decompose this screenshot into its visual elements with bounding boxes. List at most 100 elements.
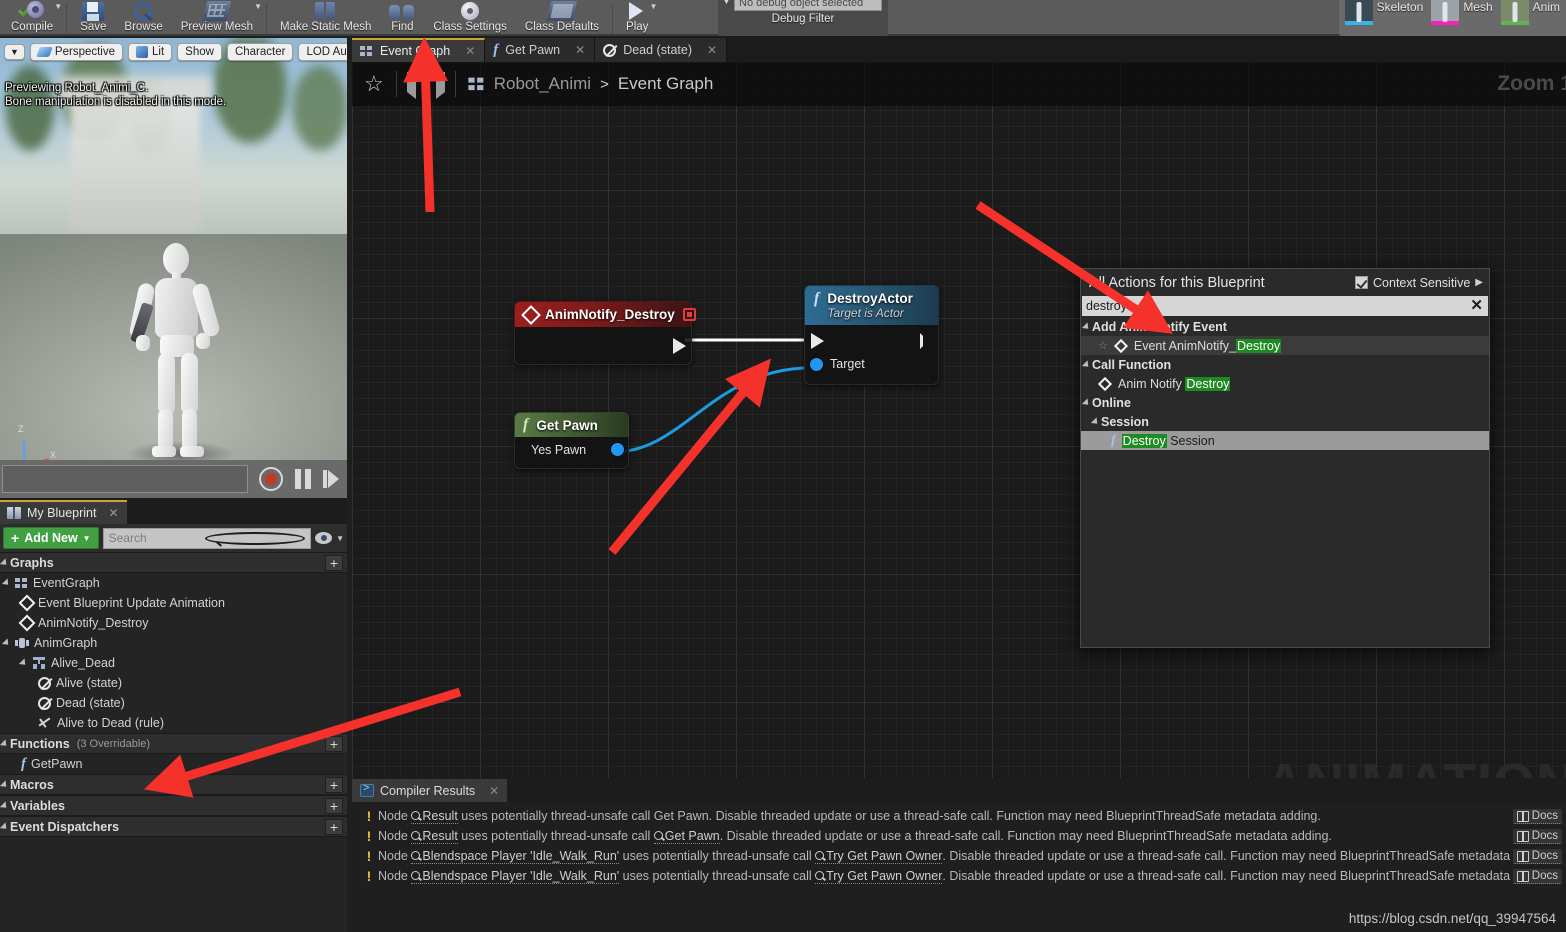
forward-button[interactable] bbox=[426, 68, 455, 99]
tree-item-event-blueprint-update-animation[interactable]: Event Blueprint Update Animation bbox=[0, 593, 347, 613]
message-link-function[interactable]: Get Pawn bbox=[653, 829, 720, 844]
viewport-button-perspective[interactable]: Perspective bbox=[29, 43, 124, 61]
docs-button[interactable]: Docs bbox=[1512, 848, 1562, 864]
action-item[interactable]: ☆ Event AnimNotify_Destroy bbox=[1081, 336, 1489, 355]
toolbar-button-find[interactable]: Find bbox=[380, 0, 424, 36]
chevron-down-icon[interactable]: ▼ bbox=[54, 2, 62, 11]
close-icon[interactable]: ✕ bbox=[707, 43, 717, 57]
node-anim-notify-destroy[interactable]: AnimNotify_Destroy bbox=[514, 301, 696, 365]
message-link-node[interactable]: Blendspace Player 'Idle_Walk_Run' bbox=[411, 869, 620, 884]
toolbar-button-class-settings[interactable]: Class Settings bbox=[424, 0, 516, 36]
tab-compiler-results[interactable]: Compiler Results ✕ bbox=[352, 779, 508, 802]
chevron-icon[interactable] bbox=[1090, 416, 1101, 427]
chevron-icon[interactable] bbox=[1081, 321, 1092, 332]
tree-item-getpawn[interactable]: f GetPawn bbox=[0, 754, 347, 774]
add-item-button[interactable]: + bbox=[325, 735, 343, 752]
add-item-button[interactable]: + bbox=[325, 776, 343, 793]
chevron-icon[interactable] bbox=[1081, 359, 1092, 370]
action-category-call-function[interactable]: Call Function bbox=[1081, 355, 1489, 374]
graph-tab-event-graph[interactable]: Event Graph ✕ bbox=[352, 38, 486, 62]
exec-output-pin[interactable] bbox=[920, 333, 931, 349]
section-header-graphs[interactable]: Graphs + bbox=[0, 552, 347, 573]
docs-button[interactable]: Docs bbox=[1512, 868, 1562, 884]
mode-tab-anim[interactable]: Anim bbox=[1499, 0, 1566, 25]
toolbar-button-play[interactable]: Play ▼ bbox=[617, 0, 657, 36]
chevron-right-icon[interactable]: ▶ bbox=[1475, 277, 1483, 288]
section-header-macros[interactable]: Macros + bbox=[0, 774, 347, 795]
compiler-message[interactable]: ! Node Result uses potentially thread-uns… bbox=[352, 806, 1566, 826]
section-header-functions[interactable]: Functions (3 Overridable) + bbox=[0, 733, 347, 754]
exec-output-pin[interactable] bbox=[673, 338, 686, 354]
breadcrumb-root[interactable]: Robot_Animi bbox=[494, 74, 591, 94]
add-item-button[interactable]: + bbox=[325, 818, 343, 835]
chevron-icon[interactable] bbox=[1, 638, 12, 648]
compiler-message[interactable]: ! Node Blendspace Player 'Idle_Walk_Run' … bbox=[352, 846, 1566, 866]
chevron-icon[interactable] bbox=[1081, 397, 1092, 408]
toolbar-button-class-defaults[interactable]: Class Defaults bbox=[516, 0, 608, 36]
clear-search-icon[interactable]: ✕ bbox=[1470, 298, 1483, 313]
favorite-star-icon[interactable]: ☆ bbox=[360, 73, 396, 95]
timeline-scrubber[interactable] bbox=[2, 465, 248, 493]
action-item[interactable]: Anim Notify Destroy bbox=[1081, 374, 1489, 393]
chevron-down-icon[interactable]: ▼ bbox=[254, 2, 262, 11]
viewport-button-character[interactable]: Character bbox=[226, 43, 294, 61]
tree-item-animnotify-destroy[interactable]: AnimNotify_Destroy bbox=[0, 613, 347, 633]
node-get-pawn[interactable]: f Get Pawn Yes Pawn bbox=[514, 412, 629, 469]
event-graph-canvas[interactable]: ANIMATION AnimNotify_Destroy bbox=[352, 62, 1566, 778]
section-header-variables[interactable]: Variables + bbox=[0, 795, 347, 816]
message-link-function[interactable]: Try Get Pawn Owner bbox=[815, 869, 943, 884]
toolbar-button-save[interactable]: Save bbox=[71, 0, 115, 36]
checkbox-icon[interactable] bbox=[1355, 276, 1369, 289]
action-category-online[interactable]: Online bbox=[1081, 393, 1489, 412]
tree-item-alive-to-dead-rule[interactable]: Alive to Dead (rule) bbox=[0, 713, 347, 733]
tree-item-eventgraph[interactable]: EventGraph bbox=[0, 573, 347, 593]
tab-my-blueprint[interactable]: My Blueprint ✕ bbox=[0, 500, 127, 524]
favorite-star-icon[interactable]: ☆ bbox=[1098, 339, 1108, 352]
toolbar-button-preview-mesh[interactable]: Preview Mesh ▼ bbox=[172, 0, 262, 36]
mode-tab-mesh[interactable]: Mesh bbox=[1429, 0, 1498, 25]
toolbar-button-browse[interactable]: Browse bbox=[115, 0, 171, 36]
compiler-message[interactable]: ! Node Blendspace Player 'Idle_Walk_Run' … bbox=[352, 866, 1566, 886]
exec-input-pin[interactable] bbox=[811, 333, 824, 349]
chevron-down-icon[interactable]: ▼ bbox=[650, 2, 658, 11]
target-input-pin[interactable] bbox=[810, 358, 823, 371]
add-new-button[interactable]: + Add New ▼ bbox=[3, 527, 99, 549]
viewport-menu-button[interactable]: ▼ bbox=[4, 44, 25, 60]
chevron-icon[interactable] bbox=[0, 738, 10, 749]
message-link-node[interactable]: Result bbox=[411, 809, 458, 824]
message-link-function[interactable]: Try Get Pawn Owner bbox=[815, 849, 943, 864]
tree-item-dead-state[interactable]: Dead (state) bbox=[0, 693, 347, 713]
close-icon[interactable]: ✕ bbox=[575, 43, 585, 57]
toolbar-button-make-static-mesh[interactable]: Make Static Mesh bbox=[271, 0, 380, 36]
step-forward-button[interactable] bbox=[323, 470, 339, 488]
viewport-button-lit[interactable]: Lit bbox=[128, 43, 173, 61]
actions-search-input[interactable]: destroy ✕ bbox=[1082, 296, 1488, 316]
toolbar-button-compile[interactable]: Compile ▼ bbox=[2, 0, 62, 36]
chevron-icon[interactable] bbox=[0, 800, 10, 811]
viewport-button-lod-aut[interactable]: LOD Aut bbox=[298, 43, 347, 61]
chevron-icon[interactable] bbox=[0, 821, 10, 832]
visibility-eye-icon[interactable] bbox=[315, 532, 333, 544]
docs-button[interactable]: Docs bbox=[1512, 828, 1562, 844]
message-link-node[interactable]: Result bbox=[411, 829, 458, 844]
chevron-icon[interactable] bbox=[0, 557, 10, 568]
node-destroy-actor[interactable]: f DestroyActor Target is Actor Target bbox=[804, 285, 939, 385]
chevron-icon[interactable] bbox=[18, 658, 29, 668]
back-button[interactable] bbox=[397, 68, 426, 99]
section-header-event-dispatchers[interactable]: Event Dispatchers + bbox=[0, 816, 347, 837]
chevron-icon[interactable] bbox=[1, 578, 12, 588]
action-category-add-anim-notify-event[interactable]: Add Anim Notify Event bbox=[1081, 317, 1489, 336]
context-sensitive-toggle[interactable]: Context Sensitive ▶ bbox=[1355, 276, 1483, 290]
graph-tab-get-pawn[interactable]: f Get Pawn ✕ bbox=[485, 38, 596, 62]
graph-tab-dead-state[interactable]: Dead (state) ✕ bbox=[595, 38, 728, 62]
tree-item-alive-state[interactable]: Alive (state) bbox=[0, 673, 347, 693]
close-icon[interactable]: ✕ bbox=[108, 506, 118, 520]
yes-pawn-output-pin[interactable] bbox=[611, 443, 624, 456]
debug-object-select[interactable]: No debug object selected bbox=[734, 0, 882, 11]
tree-item-animgraph[interactable]: AnimGraph bbox=[0, 633, 347, 653]
mode-tab-skeleton[interactable]: Skeleton bbox=[1343, 0, 1430, 25]
all-actions-menu[interactable]: All Actions for this Blueprint Context S… bbox=[1080, 268, 1490, 648]
preview-viewport[interactable]: Z X ▼ Perspective Lit Show Character LOD Aut … bbox=[0, 38, 347, 498]
compiler-message[interactable]: ! Node Result uses potentially thread-uns… bbox=[352, 826, 1566, 846]
add-item-button[interactable]: + bbox=[325, 797, 343, 814]
